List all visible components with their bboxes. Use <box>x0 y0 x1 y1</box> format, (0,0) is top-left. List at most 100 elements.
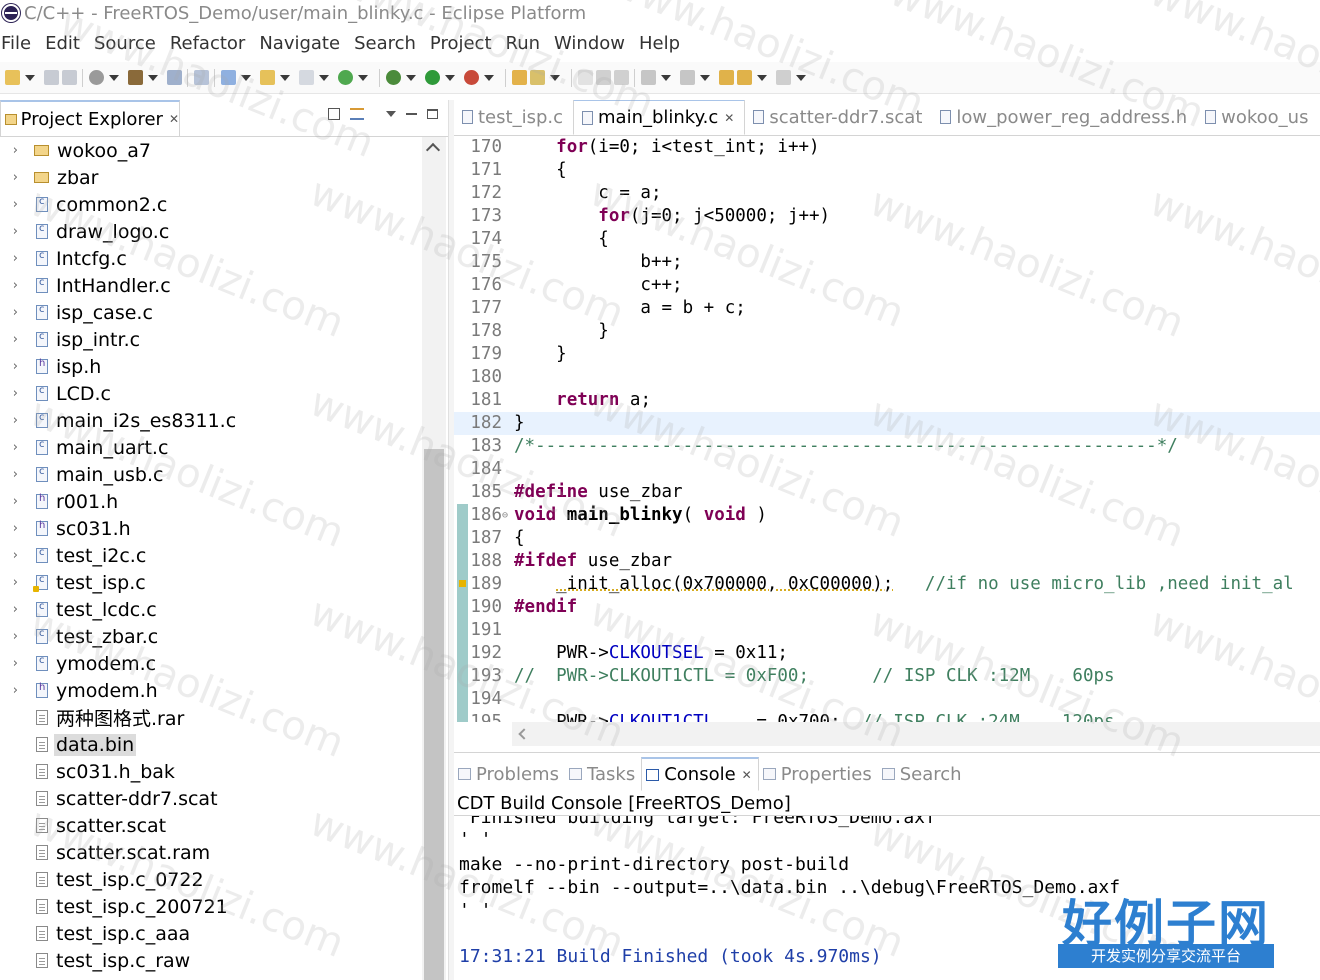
tree-item[interactable]: › ymodem.h <box>0 677 422 704</box>
external-tools-icon[interactable] <box>464 70 479 85</box>
scroll-up-icon[interactable] <box>425 142 441 158</box>
new-file-icon[interactable] <box>299 70 314 85</box>
expand-chevron-icon[interactable]: › <box>0 467 22 482</box>
tree-item[interactable]: › isp_intr.c <box>0 326 422 353</box>
last-edit-location-icon[interactable] <box>719 70 734 85</box>
tree-item[interactable]: › draw_logo.c <box>0 218 422 245</box>
tree-item[interactable]: › test_lcdc.c <box>0 596 422 623</box>
toggle-mark-icon[interactable] <box>578 70 593 85</box>
warning-marker-icon[interactable] <box>459 580 466 587</box>
new-project-dropdown-icon[interactable] <box>241 74 251 81</box>
next-annotation-icon[interactable] <box>641 70 656 85</box>
save-icon[interactable] <box>44 70 59 85</box>
tree-item[interactable]: › isp.h <box>0 353 422 380</box>
menu-project[interactable]: Project <box>429 33 498 54</box>
expand-chevron-icon[interactable]: › <box>0 683 22 698</box>
build-hammer-icon[interactable] <box>128 70 143 85</box>
editor-horizontal-scrollbar[interactable] <box>512 722 1320 746</box>
editor-tab[interactable]: scatter-ddr7.scat <box>745 100 932 135</box>
external-tools-dropdown-icon[interactable] <box>484 74 494 81</box>
expand-chevron-icon[interactable]: › <box>0 197 22 212</box>
expand-chevron-icon[interactable]: › <box>0 332 22 347</box>
fold-toggle-icon[interactable]: ⊖ <box>502 504 508 527</box>
tree-item[interactable]: › data.bin <box>0 731 422 758</box>
show-whitespace-icon[interactable] <box>596 70 611 85</box>
tree-item[interactable]: › wokoo_a7 <box>0 137 422 164</box>
tab-properties[interactable]: Properties <box>759 757 878 791</box>
back-dropdown-icon[interactable] <box>757 74 767 81</box>
tree-item[interactable]: › scatter.scat <box>0 812 422 839</box>
tree-item[interactable]: › main_uart.c <box>0 434 422 461</box>
menu-run[interactable]: Run <box>505 33 547 54</box>
editor-tab[interactable]: low_power_reg_address.h <box>932 100 1197 135</box>
back-arrow-icon[interactable] <box>737 70 752 85</box>
tree-item[interactable]: › 两种图格式.rar <box>0 704 422 731</box>
link-with-editor-icon[interactable] <box>350 108 364 120</box>
tree-item[interactable]: › sc031.h_bak <box>0 758 422 785</box>
expand-chevron-icon[interactable]: › <box>0 224 22 239</box>
prev-annotation-icon[interactable] <box>680 70 695 85</box>
view-menu-icon[interactable] <box>386 111 396 117</box>
editor-tab[interactable]: wokoo_us <box>1197 100 1318 135</box>
tree-item[interactable]: › isp_case.c <box>0 299 422 326</box>
tree-item[interactable]: › test_isp.c_0722 <box>0 866 422 893</box>
tree-item[interactable]: › ymodem.c <box>0 650 422 677</box>
tree-item[interactable]: › IntHandler.c <box>0 272 422 299</box>
forward-dropdown-icon[interactable] <box>796 74 806 81</box>
expand-chevron-icon[interactable]: › <box>0 278 22 293</box>
scrollbar-thumb[interactable] <box>424 449 444 980</box>
tree-item[interactable]: › r001.h <box>0 488 422 515</box>
build-dropdown-icon[interactable] <box>148 74 158 81</box>
expand-chevron-icon[interactable]: › <box>0 656 22 671</box>
new-dropdown-icon[interactable] <box>25 74 35 81</box>
tree-item[interactable]: › common2.c <box>0 191 422 218</box>
tree-item[interactable]: › test_isp.c_raw <box>0 947 422 974</box>
tree-item[interactable]: › zbar <box>0 164 422 191</box>
tree-item[interactable]: › test_zbar.c <box>0 623 422 650</box>
expand-chevron-icon[interactable]: › <box>0 170 22 185</box>
tree-item[interactable]: › main_i2s_es8311.c <box>0 407 422 434</box>
tree-item[interactable]: › test_isp.c_aaa <box>0 920 422 947</box>
menu-search[interactable]: Search <box>353 33 422 54</box>
project-tree-scrollbar[interactable] <box>422 137 446 980</box>
refresh-dropdown-icon[interactable] <box>358 74 368 81</box>
scroll-left-icon[interactable] <box>518 728 530 740</box>
expand-chevron-icon[interactable]: › <box>0 521 22 536</box>
close-icon[interactable]: ✕ <box>169 112 179 126</box>
search-dropdown-icon[interactable] <box>550 74 560 81</box>
editor-tab[interactable]: main_blinky.c ✕ <box>573 100 746 135</box>
run-icon[interactable] <box>425 70 440 85</box>
minimize-icon[interactable] <box>406 113 417 115</box>
expand-chevron-icon[interactable]: › <box>0 575 22 590</box>
expand-chevron-icon[interactable]: › <box>0 251 22 266</box>
menu-window[interactable]: Window <box>553 33 631 54</box>
expand-chevron-icon[interactable]: › <box>0 305 22 320</box>
menu-file[interactable]: File <box>0 33 37 54</box>
menu-edit[interactable]: Edit <box>44 33 86 54</box>
next-annotation-dropdown-icon[interactable] <box>661 74 671 81</box>
tree-item[interactable]: › LCD.c <box>0 380 422 407</box>
refresh-icon[interactable] <box>338 70 353 85</box>
tab-console[interactable]: Console ✕ <box>641 757 759 791</box>
maximize-icon[interactable] <box>427 109 438 119</box>
tree-item[interactable]: › scatter.scat.ram <box>0 839 422 866</box>
expand-chevron-icon[interactable]: › <box>0 440 22 455</box>
binary-icon[interactable] <box>167 70 182 85</box>
close-icon[interactable]: ✕ <box>742 768 752 782</box>
tree-item[interactable]: › Intcfg.c <box>0 245 422 272</box>
build-config-dropdown-icon[interactable] <box>109 74 119 81</box>
run-dropdown-icon[interactable] <box>445 74 455 81</box>
menu-source[interactable]: Source <box>93 33 162 54</box>
expand-chevron-icon[interactable]: › <box>0 359 22 374</box>
debug-bug-icon[interactable] <box>386 70 401 85</box>
forward-arrow-icon[interactable] <box>776 70 791 85</box>
tree-item[interactable]: › scatter-ddr7.scat <box>0 785 422 812</box>
new-folder-dropdown-icon[interactable] <box>280 74 290 81</box>
tab-search[interactable]: Search <box>878 757 968 791</box>
menu-help[interactable]: Help <box>638 33 686 54</box>
tree-item[interactable]: › test_isp.c_200721 <box>0 893 422 920</box>
debug-dropdown-icon[interactable] <box>406 74 416 81</box>
collapse-all-icon[interactable] <box>328 108 340 120</box>
open-type-icon[interactable] <box>512 70 527 85</box>
menu-refactor[interactable]: Refactor <box>169 33 252 54</box>
